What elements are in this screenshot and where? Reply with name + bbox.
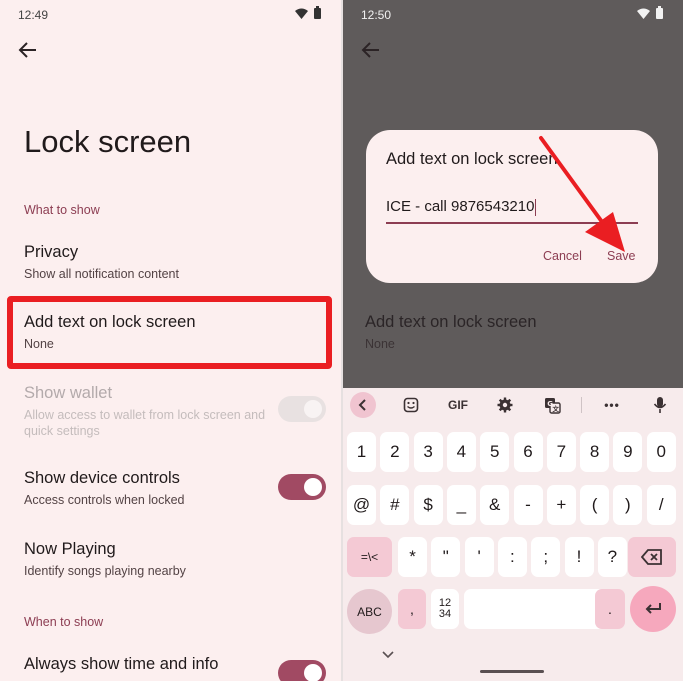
setting-device-controls-summary: Access controls when locked [24, 493, 185, 507]
setting-show-device-controls[interactable]: Show device controls Access controls whe… [24, 469, 185, 508]
chevron-left-icon[interactable] [350, 392, 376, 418]
key-3[interactable]: ' [464, 537, 494, 577]
setting-show-wallet: Show wallet Allow access to wallet from … [24, 384, 274, 439]
key-8[interactable]: ) [613, 485, 643, 525]
setting-now-playing-title: Now Playing [24, 540, 116, 558]
battery-icon [656, 6, 663, 19]
key-7[interactable]: ( [580, 485, 610, 525]
key-5[interactable]: - [513, 485, 543, 525]
save-button[interactable]: Save [607, 249, 636, 263]
abc-key[interactable]: ABC [347, 589, 392, 634]
key-4[interactable]: 5 [480, 432, 510, 472]
key-6[interactable]: ! [564, 537, 594, 577]
key-1[interactable]: * [398, 537, 427, 577]
status-bar: 12:49 [0, 0, 341, 30]
add-text-dialog: Add text on lock screen ICE - call 98765… [366, 130, 658, 283]
backspace-key[interactable] [628, 537, 676, 577]
status-time: 12:49 [18, 8, 49, 22]
wifi-icon [295, 8, 308, 19]
enter-key[interactable] [630, 586, 676, 632]
key-6[interactable]: + [546, 485, 576, 525]
section-header-what-to-show: What to show [24, 203, 100, 217]
key-3[interactable]: 4 [446, 432, 476, 472]
toolbar-separator [581, 397, 582, 413]
key-7[interactable]: 8 [580, 432, 610, 472]
setting-always-show-title: Always show time and info [24, 655, 219, 673]
mic-icon[interactable] [648, 393, 672, 417]
gesture-nav-bar[interactable] [480, 670, 544, 673]
key-0[interactable]: @ [347, 485, 376, 525]
gif-button[interactable]: GIF [443, 393, 473, 417]
gear-icon[interactable] [493, 393, 517, 417]
bg-add-text-title: Add text on lock screen [365, 313, 537, 331]
numpad-key[interactable]: 12 34 [431, 589, 459, 629]
key-1[interactable]: 2 [380, 432, 410, 472]
always-show-time-toggle[interactable] [278, 660, 326, 681]
key-2[interactable]: " [431, 537, 461, 577]
setting-always-show-time[interactable]: Always show time and info [24, 655, 218, 674]
status-bar: 12:50 [343, 0, 683, 30]
show-device-controls-toggle[interactable] [278, 474, 326, 500]
page-title: Lock screen [24, 124, 192, 159]
period-key[interactable]: . [595, 589, 625, 629]
setting-now-playing-summary: Identify songs playing nearby [24, 564, 186, 578]
key-1[interactable]: # [380, 485, 410, 525]
hide-keyboard-chevron-icon[interactable] [381, 650, 395, 660]
setting-show-wallet-summary: Allow access to wallet from lock screen … [24, 408, 266, 438]
battery-icon [314, 6, 321, 19]
key-4[interactable]: & [480, 485, 510, 525]
show-wallet-toggle [278, 396, 326, 422]
key-2[interactable]: 3 [413, 432, 443, 472]
wifi-icon [637, 8, 650, 19]
setting-device-controls-title: Show device controls [24, 469, 180, 487]
key-5[interactable]: 6 [513, 432, 543, 472]
lock-screen-text-value: ICE - call 9876543210 [386, 198, 535, 215]
setting-privacy-title: Privacy [24, 243, 79, 261]
key-8[interactable]: 9 [613, 432, 643, 472]
svg-text:文: 文 [551, 404, 559, 413]
keyboard-toolbar: GIF G文 ••• [343, 388, 683, 422]
setting-now-playing[interactable]: Now Playing Identify songs playing nearb… [24, 540, 186, 579]
red-highlight-box [7, 296, 332, 369]
back-arrow-icon [361, 42, 379, 58]
cancel-button[interactable]: Cancel [543, 249, 582, 263]
key-2[interactable]: $ [413, 485, 443, 525]
key-5[interactable]: ; [531, 537, 561, 577]
sticker-icon[interactable] [399, 393, 423, 417]
section-header-when-to-show: When to show [24, 615, 104, 629]
lock-screen-text-field[interactable]: ICE - call 9876543210 [386, 198, 638, 224]
dialog-screen: 12:50 Add text on lock screen None Add t… [343, 0, 683, 681]
key-more-symbols[interactable]: =\< [347, 537, 392, 577]
key-0[interactable]: 1 [347, 432, 376, 472]
bg-add-text-summary: None [365, 337, 395, 351]
dialog-title: Add text on lock screen [386, 150, 558, 168]
on-screen-keyboard: GIF G文 ••• 1234567890 @ # $ _ & - +() / =\< * " '… [343, 388, 683, 681]
back-arrow-icon[interactable] [16, 38, 40, 62]
more-icon[interactable]: ••• [599, 393, 625, 417]
key-4[interactable]: : [497, 537, 527, 577]
text-cursor [535, 198, 537, 216]
dimmed-background: 12:50 Add text on lock screen None Add t… [343, 0, 683, 388]
key-9[interactable]: / [646, 485, 676, 525]
status-time: 12:50 [361, 8, 392, 22]
key-3[interactable]: _ [446, 485, 476, 525]
comma-key[interactable]: , [398, 589, 426, 629]
translate-icon[interactable]: G文 [540, 393, 564, 417]
setting-show-wallet-title: Show wallet [24, 384, 113, 402]
key-9[interactable]: 0 [646, 432, 676, 472]
setting-privacy-summary: Show all notification content [24, 267, 179, 281]
key-7[interactable]: ? [597, 537, 627, 577]
settings-screen: 12:49 Lock screen What to show Privacy S… [0, 0, 341, 681]
setting-privacy[interactable]: Privacy Show all notification content [24, 243, 179, 282]
key-6[interactable]: 7 [546, 432, 576, 472]
